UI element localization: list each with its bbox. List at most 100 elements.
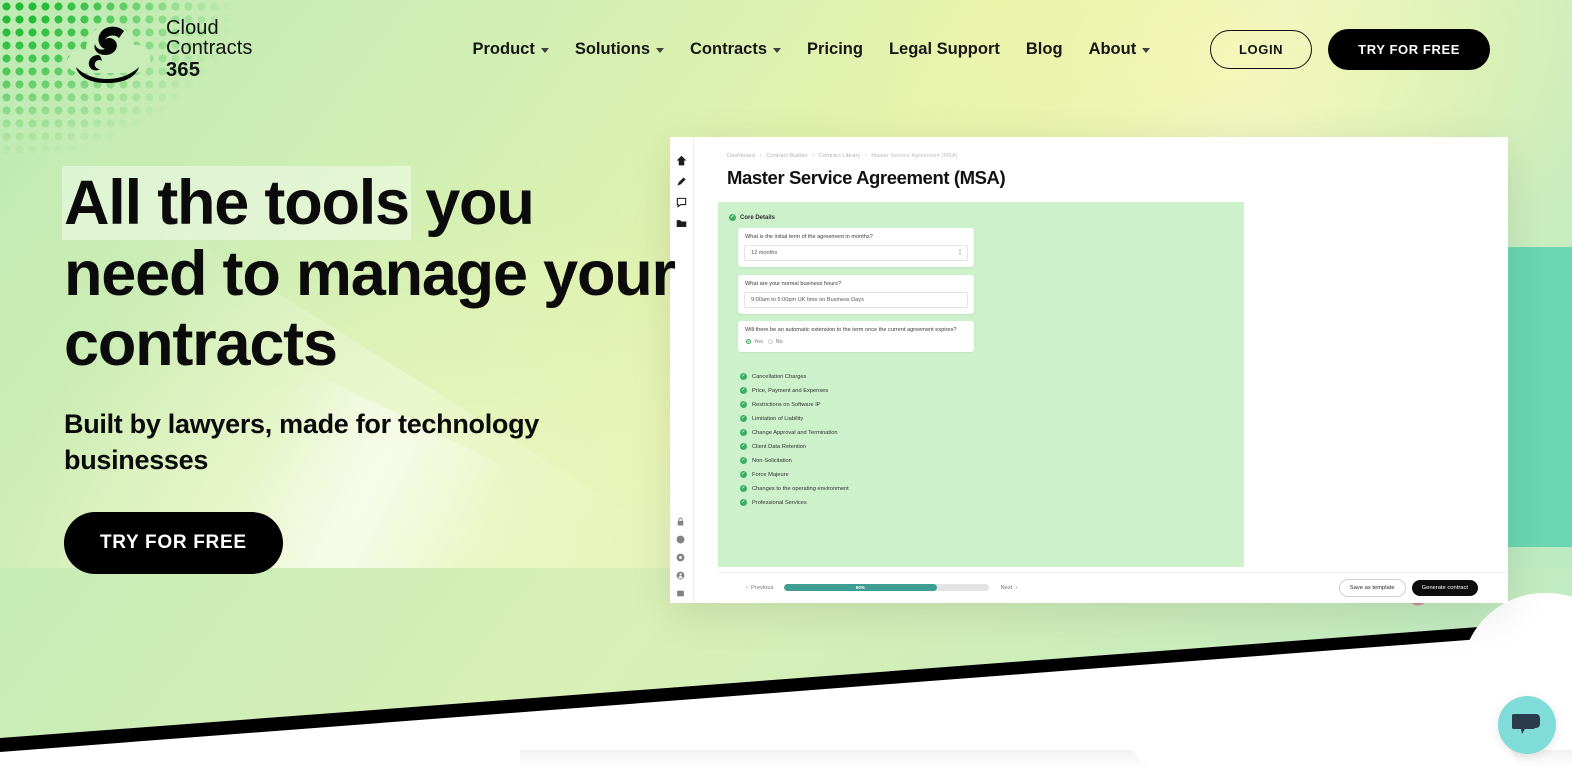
checklist-label: Client Data Retention bbox=[752, 443, 807, 450]
hero-headline-highlight: All the tools bbox=[64, 168, 410, 238]
breadcrumb-item-contract-builder[interactable]: Contract Builder bbox=[766, 153, 808, 159]
checklist-item[interactable]: ✓ Professional Services bbox=[740, 499, 807, 506]
header-try-for-free-button[interactable]: TRY FOR FREE bbox=[1328, 28, 1490, 70]
next-label: Next bbox=[1000, 584, 1013, 591]
chat-widget-button[interactable] bbox=[1498, 696, 1556, 754]
question-card-initial-term: What is the initial term of the agreemen… bbox=[738, 228, 974, 267]
nav-item-legal-support[interactable]: Legal Support bbox=[889, 40, 1000, 59]
breadcrumb-separator: / bbox=[864, 153, 867, 159]
progress-bar: 60% bbox=[783, 584, 989, 591]
site-header: Cloud Contracts 365 Product Solutions Co… bbox=[0, 0, 1572, 98]
nav-item-product[interactable]: Product bbox=[473, 40, 549, 59]
core-details-label: Core Details bbox=[740, 214, 776, 221]
chevron-right-icon: › bbox=[1015, 584, 1018, 591]
logo[interactable]: Cloud Contracts 365 bbox=[62, 11, 253, 87]
progress-percent-label: 60% bbox=[855, 585, 865, 590]
check-icon: ✓ bbox=[740, 401, 747, 408]
checklist-item[interactable]: ✓ Limitation of Liability bbox=[740, 415, 803, 422]
nav-label-pricing: Pricing bbox=[807, 39, 863, 58]
nav-label-about: About bbox=[1088, 39, 1137, 58]
nav-label-contracts: Contracts bbox=[690, 39, 768, 58]
radio-label-no: No bbox=[775, 338, 783, 345]
logo-wordmark: Cloud Contracts 365 bbox=[166, 16, 253, 81]
question-card-auto-extension: Will there be an automatic extension to … bbox=[738, 321, 974, 352]
check-icon: ✓ bbox=[740, 373, 747, 380]
nav-item-solutions[interactable]: Solutions bbox=[575, 40, 665, 59]
chevron-down-icon bbox=[773, 47, 782, 53]
checklist-label: Change Approval and Termination bbox=[752, 429, 838, 436]
checklist-item[interactable]: ✓ Force Majeure bbox=[740, 471, 789, 478]
question-input-initial-term[interactable]: 12 months ▲ ▼ bbox=[744, 244, 968, 261]
checklist-label: Changes to the operating environment bbox=[752, 485, 849, 492]
check-icon: ✓ bbox=[729, 214, 736, 221]
chat-bubble-icon bbox=[1512, 714, 1540, 734]
header-actions: LOGIN TRY FOR FREE bbox=[1210, 28, 1490, 70]
check-icon: ✓ bbox=[740, 415, 747, 422]
radio-group-auto-extension: Yes No bbox=[738, 338, 974, 352]
checklist-label: Restrictions on Software IP bbox=[752, 401, 821, 408]
checklist-item[interactable]: ✓ Restrictions on Software IP bbox=[740, 401, 821, 408]
nav-label-product: Product bbox=[472, 39, 535, 58]
checklist-item[interactable]: ✓ Non-Solicitation bbox=[740, 457, 792, 464]
question-label-auto-extension: Will there be an automatic extension to … bbox=[745, 327, 957, 333]
checklist-label: Force Majeure bbox=[752, 471, 789, 478]
product-screenshot: Dashboard / Contract Builder / Contract … bbox=[670, 137, 1508, 603]
check-icon: ✓ bbox=[740, 387, 747, 394]
app-main: Dashboard / Contract Builder / Contract … bbox=[694, 137, 1508, 603]
breadcrumb-separator: / bbox=[759, 153, 762, 159]
logo-line-2: Contracts bbox=[166, 37, 253, 60]
radio-dot-icon bbox=[767, 339, 773, 345]
checklist-label: Cancellation Charges bbox=[752, 373, 807, 380]
save-as-template-button[interactable]: Save as template bbox=[1338, 578, 1406, 597]
checklist-label: Non-Solicitation bbox=[752, 457, 792, 464]
nav-item-contracts[interactable]: Contracts bbox=[690, 39, 782, 59]
check-icon: ✓ bbox=[740, 471, 747, 478]
nav-item-blog[interactable]: Blog bbox=[1026, 40, 1063, 59]
question-input-business-hours[interactable]: 9:00am to 5:00pm UK time on Business Day… bbox=[744, 291, 968, 308]
login-button[interactable]: LOGIN bbox=[1210, 29, 1313, 69]
check-icon: ✓ bbox=[740, 499, 747, 506]
nav-label-blog: Blog bbox=[1025, 39, 1063, 58]
stepper-icon[interactable]: ▲ ▼ bbox=[958, 247, 962, 257]
radio-option-yes[interactable]: Yes bbox=[746, 339, 763, 345]
checklist-item[interactable]: ✓ Price, Payment and Expenses bbox=[740, 387, 828, 394]
checklist-item[interactable]: ✓ Cancellation Charges bbox=[740, 373, 806, 380]
next-button[interactable]: Next › bbox=[1001, 585, 1018, 591]
question-label-business-hours: What are your normal business hours? bbox=[745, 281, 842, 287]
breadcrumb-item-dashboard[interactable]: Dashboard bbox=[727, 153, 755, 159]
nav-item-pricing[interactable]: Pricing bbox=[807, 40, 863, 59]
nav-item-about[interactable]: About bbox=[1089, 40, 1151, 59]
checklist-label: Price, Payment and Expenses bbox=[752, 387, 829, 394]
previous-button[interactable]: ‹ Previous bbox=[746, 585, 774, 591]
question-label-initial-term: What is the initial term of the agreemen… bbox=[745, 234, 873, 240]
question-card-business-hours: What are your normal business hours? 9:0… bbox=[738, 275, 974, 314]
app-form-panel: ✓ Core Details What is the initial term … bbox=[718, 202, 1244, 567]
chevron-down-icon bbox=[1142, 47, 1151, 53]
checklist-label: Professional Services bbox=[752, 499, 807, 506]
app-footer-bar: ‹ Previous 60% Next › Save as template G… bbox=[718, 572, 1508, 602]
breadcrumb-separator: / bbox=[812, 153, 815, 159]
hero-copy: All the tools you need to manage your co… bbox=[64, 168, 684, 575]
check-icon: ✓ bbox=[740, 485, 747, 492]
chevron-left-icon: ‹ bbox=[746, 584, 748, 591]
progress-bar-fill: 60% bbox=[783, 584, 938, 591]
chevron-down-icon bbox=[656, 47, 665, 53]
hero-try-for-free-button[interactable]: TRY FOR FREE bbox=[64, 512, 283, 575]
generate-contract-button[interactable]: Generate contract bbox=[1411, 579, 1478, 596]
checklist-item[interactable]: ✓ Changes to the operating environment bbox=[740, 485, 849, 492]
breadcrumb-item-contract-library[interactable]: Contract Library bbox=[819, 153, 860, 159]
logo-line-1: Cloud bbox=[166, 16, 219, 39]
core-details-section-header: ✓ Core Details bbox=[729, 214, 775, 221]
question-value-business-hours: 9:00am to 5:00pm UK time on Business Day… bbox=[751, 296, 864, 303]
home-icon[interactable] bbox=[676, 153, 687, 166]
check-icon: ✓ bbox=[740, 429, 747, 436]
checklist-label: Limitation of Liability bbox=[752, 415, 804, 422]
breadcrumb-item-current: Master Service Agreement (MSA) bbox=[871, 153, 958, 159]
chevron-down-icon bbox=[540, 47, 549, 53]
cloud-contracts-logo-icon bbox=[62, 11, 154, 87]
nav-label-legal-support: Legal Support bbox=[888, 39, 1000, 58]
radio-option-no[interactable]: No bbox=[767, 338, 783, 345]
checklist-item[interactable]: ✓ Client Data Retention bbox=[740, 443, 806, 450]
message-icon[interactable] bbox=[676, 585, 687, 597]
checklist-item[interactable]: ✓ Change Approval and Termination bbox=[740, 429, 838, 436]
